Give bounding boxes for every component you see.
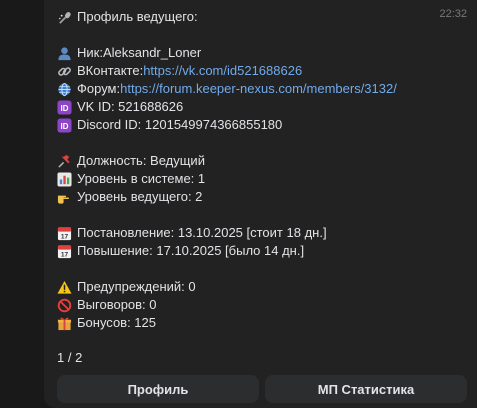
bonuses: Бонусов: 125 [77,315,156,330]
prohibited-icon [57,298,72,313]
discord-id-line: ID Discord ID: 1201549974366855180 [57,116,477,134]
system-level: Уровень в системе: 1 [77,171,206,186]
forum-link[interactable]: https://forum.keeper-nexus.com/members/3… [120,80,397,98]
globe-icon [57,82,72,97]
page-indicator: 1 / 2 [57,350,83,365]
bar-chart-icon [57,171,72,187]
id-badge-icon: ID [57,117,72,133]
forum-label: Форум: [77,81,121,96]
calendar-icon: 17 [57,226,72,241]
promoted-line: 17 Повышение: 17.10.2025 [было 14 дн.] [57,242,477,260]
vk-link[interactable]: https://vk.com/id521688626 [143,62,302,80]
discord-id: Discord ID: 1201549974366855180 [77,117,283,132]
position: Должность: Ведущий [77,153,205,168]
nick-line: Ник: Aleksandr_Loner [57,44,477,62]
event-stats-button[interactable]: МП Статистика [265,375,467,403]
nick-label: Ник: [77,45,103,60]
appointed-line: 17 Постановление: 13.10.2025 [стоит 18 д… [57,224,477,242]
microphone-icon [57,10,72,25]
svg-text:17: 17 [61,233,69,240]
svg-text:17: 17 [61,251,69,258]
appointed: Постановление: 13.10.2025 [стоит 18 дн.] [77,225,327,240]
pointing-hand-icon [57,190,72,205]
reprimands: Выговоров: 0 [77,297,157,312]
profile-button[interactable]: Профиль [57,375,259,403]
nick-value: Aleksandr_Loner [102,45,202,60]
warnings: Предупреждений: 0 [77,279,196,294]
vk-id-line: ID VK ID: 521688626 [57,98,477,116]
warnings-line: Предупреждений: 0 [57,278,477,296]
user-silhouette-icon [57,46,72,61]
forum-line: Форум: https://forum.keeper-nexus.com/me… [57,80,477,98]
vk-line: ВКонтакте: https://vk.com/id521688626 [57,62,477,80]
host-level-line: Уровень ведущего: 2 [57,188,477,206]
bonuses-line: Бонусов: 125 [57,314,477,332]
host-level: Уровень ведущего: 2 [77,189,203,204]
vk-label: ВКонтакте: [77,63,144,78]
message-bubble: 22:32 Профиль ведущего: Ник: Aleksandr_L… [44,0,477,408]
vk-id: VK ID: 521688626 [77,99,184,114]
pushpin-icon [57,154,72,169]
profile-title: Профиль ведущего: [77,9,198,24]
reprimands-line: Выговоров: 0 [57,296,477,314]
svg-text:ID: ID [61,103,69,112]
position-line: Должность: Ведущий [57,152,477,170]
keyboard-buttons: Профиль МП Статистика [57,375,467,403]
link-icon [57,64,72,79]
profile-title-line: Профиль ведущего: [57,8,477,26]
promoted: Повышение: 17.10.2025 [было 14 дн.] [77,243,305,258]
warning-icon [57,280,72,295]
system-level-line: Уровень в системе: 1 [57,170,477,188]
message-content: Профиль ведущего: Ник: Aleksandr_Loner В… [57,8,477,332]
calendar-icon: 17 [57,244,72,259]
id-badge-icon: ID [57,99,72,115]
gift-icon [57,316,72,331]
svg-text:ID: ID [61,121,69,130]
